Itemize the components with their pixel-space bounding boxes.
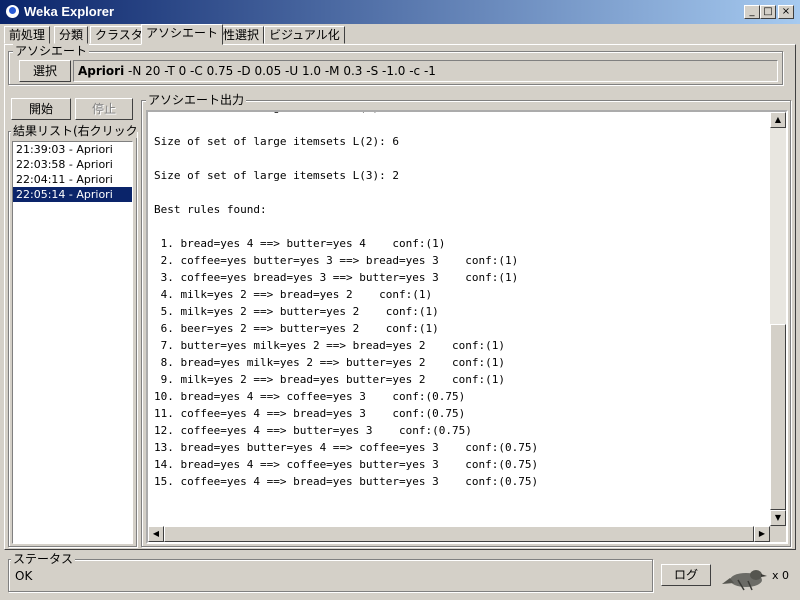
minimize-button[interactable]: _ — [744, 5, 760, 19]
output-viewport: Size of set of large itemsets L(1): 8 Si… — [148, 112, 770, 526]
start-button[interactable]: 開始 — [11, 98, 71, 120]
output-line: 12. coffee=yes 4 ==> butter=yes 3 conf:(… — [154, 424, 472, 437]
output-text: Size of set of large itemsets L(1): 8 Si… — [154, 112, 770, 490]
tab-visualize[interactable]: ビジュアル化 — [264, 26, 345, 44]
output-line: 9. milk=yes 2 ==> bread=yes butter=yes 2… — [154, 373, 505, 386]
associator-name: Apriori — [78, 64, 125, 78]
output-line: 8. bread=yes milk=yes 2 ==> butter=yes 2… — [154, 356, 505, 369]
output-line: 2. coffee=yes butter=yes 3 ==> bread=yes… — [154, 254, 519, 267]
associator-group: アソシエート 選択 Apriori -N 20 -T 0 -C 0.75 -D … — [8, 44, 783, 85]
associator-output-group: アソシエート出力 Size of set of large itemsets L… — [141, 93, 791, 547]
result-item-selected[interactable]: 22:05:14 - Apriori — [13, 187, 132, 202]
output-line: 15. coffee=yes 4 ==> bread=yes butter=ye… — [154, 475, 539, 488]
status-legend: ステータス — [11, 552, 76, 566]
scroll-right-arrow-icon[interactable]: ▶ — [754, 526, 770, 542]
scrollbar-corner — [770, 526, 786, 542]
result-list[interactable]: 21:39:03 - Apriori 22:03:58 - Apriori 22… — [12, 141, 133, 544]
weka-bird-icon[interactable] — [720, 564, 768, 592]
associator-config-field[interactable]: Apriori -N 20 -T 0 -C 0.75 -D 0.05 -U 1.… — [73, 60, 778, 82]
scroll-up-arrow-icon[interactable]: ▲ — [770, 112, 786, 128]
log-button[interactable]: ログ — [661, 564, 711, 586]
output-line: 11. coffee=yes 4 ==> bread=yes 3 conf:(0… — [154, 407, 466, 420]
output-line: 1. bread=yes 4 ==> butter=yes 4 conf:(1) — [154, 237, 446, 250]
status-group: ステータス OK — [8, 552, 653, 592]
result-list-group: 結果リスト(右クリックで... 21:39:03 - Apriori 22:03… — [8, 124, 137, 547]
scroll-left-arrow-icon[interactable]: ◀ — [148, 526, 164, 542]
output-line: Best rules found: — [154, 203, 267, 216]
maximize-button[interactable]: □ — [760, 5, 776, 19]
output-line: 10. bread=yes 4 ==> coffee=yes 3 conf:(0… — [154, 390, 466, 403]
output-line: Size of set of large itemsets L(1): 8 — [154, 112, 399, 114]
output-text-area[interactable]: Size of set of large itemsets L(1): 8 Si… — [146, 110, 788, 544]
output-line: 14. bread=yes 4 ==> coffee=yes butter=ye… — [154, 458, 539, 471]
task-count: x 0 — [772, 569, 790, 582]
status-text: OK — [15, 569, 33, 583]
output-line: 3. coffee=yes bread=yes 3 ==> butter=yes… — [154, 271, 519, 284]
output-line: Size of set of large itemsets L(3): 2 — [154, 169, 400, 182]
horizontal-scroll-thumb[interactable] — [164, 526, 754, 542]
result-item[interactable]: 22:03:58 - Apriori — [13, 157, 132, 172]
horizontal-scrollbar[interactable]: ◀ ▶ — [148, 526, 770, 542]
result-list-legend: 結果リスト(右クリックで... — [11, 124, 137, 138]
stop-button[interactable]: 停止 — [75, 98, 133, 120]
output-line: 13. bread=yes butter=yes 4 ==> coffee=ye… — [154, 441, 539, 454]
tab-classify[interactable]: 分類 — [54, 26, 89, 44]
choose-button[interactable]: 選択 — [19, 60, 71, 82]
associator-options: -N 20 -T 0 -C 0.75 -D 0.05 -U 1.0 -M 0.3… — [128, 64, 436, 78]
output-line: Size of set of large itemsets L(2): 6 — [154, 135, 400, 148]
output-line: 6. beer=yes 2 ==> butter=yes 2 conf:(1) — [154, 322, 439, 335]
window-title: Weka Explorer — [24, 4, 115, 19]
tab-preprocess[interactable]: 前処理 — [4, 26, 51, 44]
output-line: 4. milk=yes 2 ==> bread=yes 2 conf:(1) — [154, 288, 433, 301]
weka-app-icon — [5, 4, 20, 19]
output-legend: アソシエート出力 — [146, 93, 247, 107]
associator-legend: アソシエート — [13, 44, 90, 58]
close-button[interactable]: × — [778, 5, 794, 19]
vertical-scroll-thumb[interactable] — [770, 324, 786, 510]
output-line: 7. butter=yes milk=yes 2 ==> bread=yes 2… — [154, 339, 505, 352]
vertical-scrollbar[interactable]: ▲ ▼ — [770, 112, 786, 526]
result-item[interactable]: 22:04:11 - Apriori — [13, 172, 132, 187]
title-bar[interactable]: Weka Explorer _ □ × — [0, 0, 800, 24]
tab-associate[interactable]: アソシエート — [141, 24, 224, 45]
result-item[interactable]: 21:39:03 - Apriori — [13, 142, 132, 157]
scroll-down-arrow-icon[interactable]: ▼ — [770, 510, 786, 526]
output-line: 5. milk=yes 2 ==> butter=yes 2 conf:(1) — [154, 305, 439, 318]
